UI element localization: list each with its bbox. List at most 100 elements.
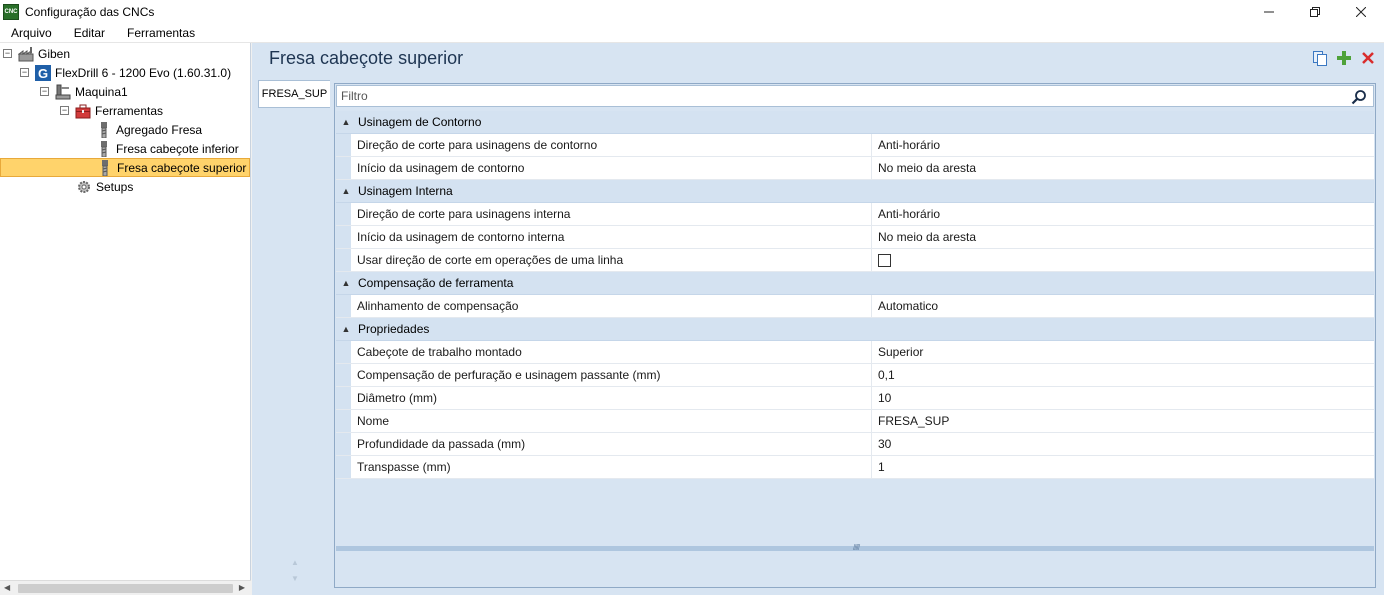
property-name: Compensação de perfuração e usinagem pas… [351,364,872,386]
tab-scroll-down-icon[interactable]: ▼ [291,574,299,583]
add-button[interactable] [1336,50,1352,66]
header-actions [1312,50,1376,66]
tab-scroll-up-icon[interactable]: ▲ [291,558,299,567]
property-row[interactable]: Alinhamento de compensação Automatico [336,295,1374,318]
detail-panel: Fresa cabeçote superior FRESA_SUP ▲ ▼ ▲U… [252,43,1384,595]
property-row[interactable]: Nome FRESA_SUP [336,410,1374,433]
row-indent [336,157,351,179]
tree-node-label: Ferramentas [95,103,164,118]
tree-node-label: Fresa cabeçote inferior [116,141,239,156]
property-row[interactable]: Transpasse (mm) 1 [336,456,1374,479]
property-value[interactable]: FRESA_SUP [872,410,1374,432]
collapse-category-icon[interactable]: ▲ [336,186,356,196]
menu-editar[interactable]: Editar [63,26,116,40]
tree-node-label: Agregado Fresa [116,122,203,137]
tree-node[interactable]: Agregado Fresa [96,120,202,139]
page-title: Fresa cabeçote superior [269,48,464,68]
tree-node[interactable]: Fresa cabeçote inferior [96,139,239,158]
property-row[interactable]: Direção de corte para usinagens interna A… [336,203,1374,226]
row-indent [336,226,351,248]
minimize-button[interactable] [1246,0,1292,23]
category-label: Usinagem de Contorno [358,115,482,129]
filter-input[interactable] [337,89,1337,103]
filter-bar [336,85,1374,107]
scroll-left-icon[interactable]: ◀ [4,583,10,592]
menu-ferramentas[interactable]: Ferramentas [116,26,206,40]
tree-node[interactable]: − Ferramentas [60,101,163,120]
row-indent [336,410,351,432]
collapse-category-icon[interactable]: ▲ [336,278,356,288]
collapse-icon[interactable]: − [40,87,49,96]
property-value[interactable]: 0,1 [872,364,1374,386]
property-value[interactable]: Anti-horário [872,203,1374,225]
property-row[interactable]: Início da usinagem de contorno No meio da… [336,157,1374,180]
category-row[interactable]: ▲ Compensação de ferramenta [336,272,1374,295]
property-value[interactable]: Anti-horário [872,134,1374,156]
toolbox-icon [75,103,91,119]
restore-icon [1310,6,1320,17]
cutter-icon [96,121,112,138]
copy-button[interactable] [1312,50,1328,66]
property-value[interactable]: 1 [872,456,1374,478]
tree-node[interactable]: − Maquina1 [40,82,128,101]
gear-icon [76,179,92,195]
row-indent [336,433,351,455]
scroll-right-icon[interactable]: ▶ [239,583,245,592]
collapse-category-icon[interactable]: ▲ [336,324,356,334]
category-row[interactable]: ▲ Usinagem Interna [336,180,1374,203]
tree-horizontal-scrollbar[interactable]: ◀ ▶ [0,580,251,595]
app-icon: CNC [3,3,19,20]
property-name: Direção de corte para usinagens interna [351,203,872,225]
property-value[interactable]: Automatico [872,295,1374,317]
tree-node-label: Giben [38,46,71,61]
tree-node-label: Maquina1 [75,84,128,99]
property-value[interactable]: No meio da aresta [872,157,1374,179]
tree-node[interactable]: − G FlexDrill 6 - 1200 Evo (1.60.31.0) [20,63,231,82]
machine-icon [55,84,71,100]
property-row[interactable]: Cabeçote de trabalho montado Superior [336,341,1374,364]
property-name: Profundidade da passada (mm) [351,433,872,455]
tree-node-label: Setups [96,179,134,194]
property-value[interactable]: 10 [872,387,1374,409]
collapse-category-icon[interactable]: ▲ [336,117,356,127]
property-row[interactable]: Diâmetro (mm) 10 [336,387,1374,410]
tree-node-label: FlexDrill 6 - 1200 Evo (1.60.31.0) [55,65,232,80]
category-row[interactable]: ▲ Usinagem de Contorno [336,111,1374,134]
category-label: Compensação de ferramenta [358,276,514,290]
property-grid-container: ▲Usinagem de ContornoDireção de corte pa… [334,83,1376,588]
category-row[interactable]: ▲ Propriedades [336,318,1374,341]
scrollbar-thumb[interactable] [18,584,233,593]
collapse-icon[interactable]: − [3,49,12,58]
property-name: Transpasse (mm) [351,456,872,478]
property-value [872,249,1374,271]
maximize-button[interactable] [1292,0,1338,23]
property-row[interactable]: Usar direção de corte em operações de um… [336,249,1374,272]
menu-arquivo[interactable]: Arquivo [0,26,63,40]
window-title: Configuração das CNCs [25,4,155,19]
property-name: Usar direção de corte em operações de um… [351,249,872,271]
property-value[interactable]: Superior [872,341,1374,363]
property-row[interactable]: Profundidade da passada (mm) 30 [336,433,1374,456]
property-row[interactable]: Início da usinagem de contorno interna No… [336,226,1374,249]
tree-node[interactable]: − Giben [3,44,70,63]
search-icon[interactable] [1351,89,1367,105]
property-row[interactable]: Compensação de perfuração e usinagem pas… [336,364,1374,387]
svg-text:G: G [38,66,48,81]
tree-node[interactable]: Fresa cabeçote superior [0,158,250,177]
property-checkbox[interactable] [878,253,891,267]
tab-fresa-sup[interactable]: FRESA_SUP [258,80,330,108]
row-indent [336,341,351,363]
row-indent [336,456,351,478]
menu-bar: Arquivo Editar Ferramentas [0,23,1384,43]
delete-button[interactable] [1360,50,1376,66]
row-indent [336,387,351,409]
tree-node[interactable]: Setups [76,177,133,196]
collapse-icon[interactable]: − [60,106,69,115]
property-row[interactable]: Direção de corte para usinagens de conto… [336,134,1374,157]
collapse-icon[interactable]: − [20,68,29,77]
property-value[interactable]: 30 [872,433,1374,455]
property-value[interactable]: No meio da aresta [872,226,1374,248]
category-label: Usinagem Interna [358,184,453,198]
close-button[interactable] [1338,0,1384,23]
g-logo-icon: G [35,64,51,81]
